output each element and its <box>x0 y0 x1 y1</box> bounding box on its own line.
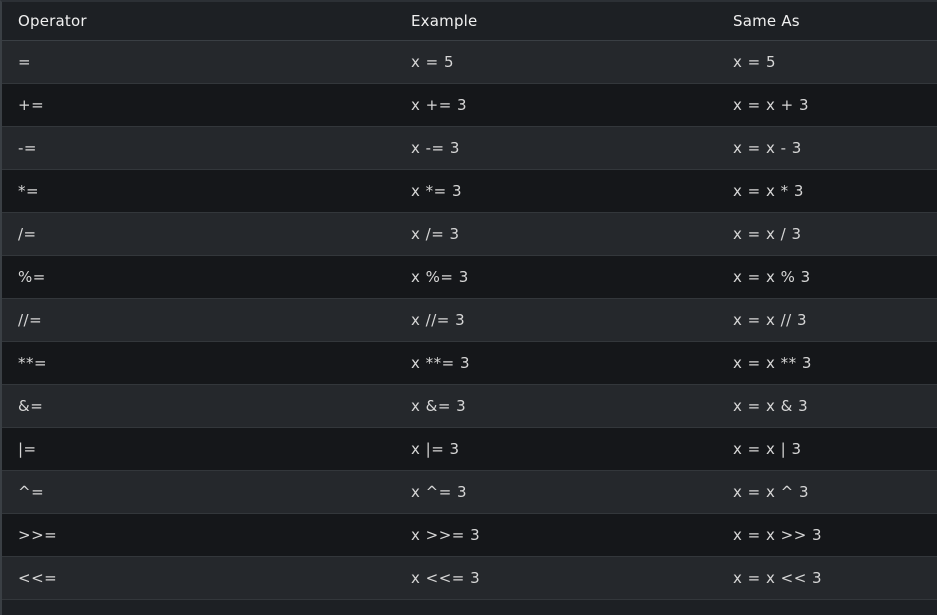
operator-cell: %= <box>18 267 46 286</box>
same-as-cell: x = x // 3 <box>733 310 808 329</box>
operator-cell: = <box>18 52 32 71</box>
table-row: <<= x <<= 3 x = x << 3 <box>2 556 937 599</box>
operator-cell: >>= <box>18 525 58 544</box>
example-cell: x *= 3 <box>411 181 463 200</box>
assignment-operators-table: Operator Example Same As = x = 5 x = 5 +… <box>2 2 937 600</box>
same-as-cell: x = x - 3 <box>733 138 802 157</box>
example-cell: x -= 3 <box>411 138 460 157</box>
same-as-cell: x = x ** 3 <box>733 353 812 372</box>
example-cell: x &= 3 <box>411 396 467 415</box>
same-as-cell: x = x / 3 <box>733 224 802 243</box>
example-cell: x ^= 3 <box>411 482 468 501</box>
column-header-example: Example <box>411 11 478 30</box>
table-row: |= x |= 3 x = x | 3 <box>2 427 937 470</box>
operator-cell: <<= <box>18 568 58 587</box>
same-as-cell: x = x | 3 <box>733 439 802 458</box>
example-cell: x >>= 3 <box>411 525 481 544</box>
operator-cell: //= <box>18 310 43 329</box>
column-header-operator: Operator <box>18 11 87 30</box>
example-cell: x **= 3 <box>411 353 471 372</box>
example-cell: x |= 3 <box>411 439 460 458</box>
operator-cell: ^= <box>18 482 45 501</box>
example-cell: x = 5 <box>411 52 455 71</box>
operator-cell: /= <box>18 224 37 243</box>
table-row: += x += 3 x = x + 3 <box>2 83 937 126</box>
same-as-cell: x = 5 <box>733 52 777 71</box>
table-row: -= x -= 3 x = x - 3 <box>2 126 937 169</box>
table-row: >>= x >>= 3 x = x >> 3 <box>2 513 937 556</box>
table-header-row: Operator Example Same As <box>2 2 937 40</box>
operator-cell: += <box>18 95 45 114</box>
table-row: /= x /= 3 x = x / 3 <box>2 212 937 255</box>
table-row: ^= x ^= 3 x = x ^ 3 <box>2 470 937 513</box>
example-cell: x //= 3 <box>411 310 466 329</box>
same-as-cell: x = x ^ 3 <box>733 482 810 501</box>
table-row: *= x *= 3 x = x * 3 <box>2 169 937 212</box>
example-cell: x <<= 3 <box>411 568 481 587</box>
operators-table-container: Operator Example Same As = x = 5 x = 5 +… <box>0 0 937 615</box>
example-cell: x /= 3 <box>411 224 460 243</box>
same-as-cell: x = x * 3 <box>733 181 804 200</box>
same-as-cell: x = x >> 3 <box>733 525 823 544</box>
same-as-cell: x = x + 3 <box>733 95 810 114</box>
example-cell: x += 3 <box>411 95 468 114</box>
same-as-cell: x = x % 3 <box>733 267 811 286</box>
same-as-cell: x = x << 3 <box>733 568 823 587</box>
table-row: **= x **= 3 x = x ** 3 <box>2 341 937 384</box>
table-row: %= x %= 3 x = x % 3 <box>2 255 937 298</box>
same-as-cell: x = x & 3 <box>733 396 809 415</box>
operator-cell: -= <box>18 138 37 157</box>
column-header-same-as: Same As <box>733 11 800 30</box>
operator-cell: |= <box>18 439 37 458</box>
operator-cell: *= <box>18 181 40 200</box>
table-row: //= x //= 3 x = x // 3 <box>2 298 937 341</box>
table-row: = x = 5 x = 5 <box>2 40 937 83</box>
operator-cell: &= <box>18 396 44 415</box>
table-row: &= x &= 3 x = x & 3 <box>2 384 937 427</box>
operator-cell: **= <box>18 353 48 372</box>
example-cell: x %= 3 <box>411 267 469 286</box>
